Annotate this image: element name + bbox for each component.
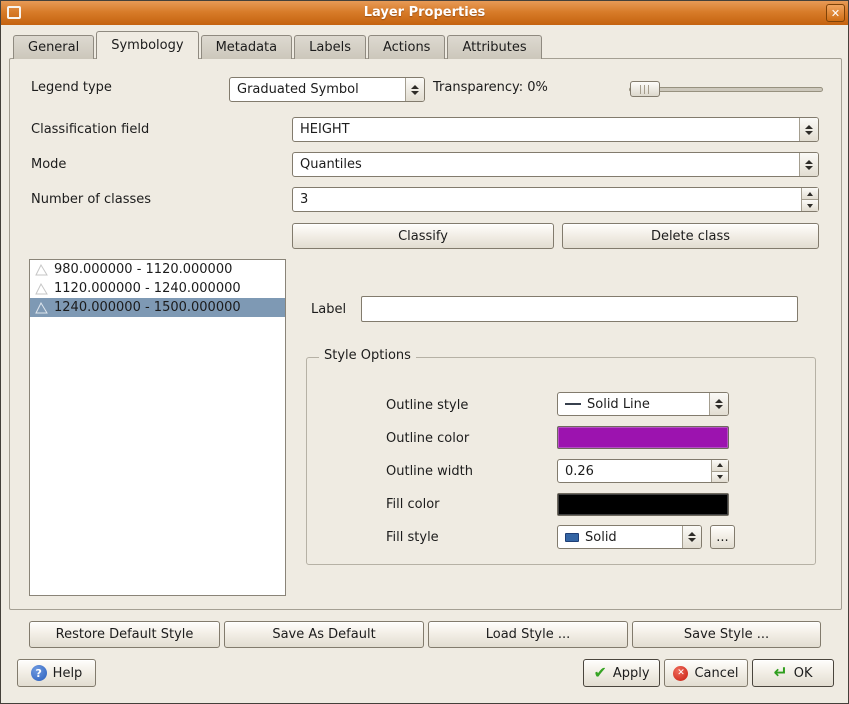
ok-enter-icon: ↵ <box>773 665 787 682</box>
tab-labels[interactable]: Labels <box>294 35 366 59</box>
fill-style-more-button[interactable]: ... <box>710 525 735 549</box>
outline-style-text: Solid Line <box>558 393 709 415</box>
classification-field-combo[interactable]: HEIGHT <box>292 117 819 142</box>
mode-label: Mode <box>31 157 66 172</box>
outline-width-spinner[interactable]: 0.26 <box>557 459 729 483</box>
save-as-default-button[interactable]: Save As Default <box>224 621 424 648</box>
ok-button[interactable]: ↵ OK <box>752 659 834 687</box>
restore-default-style-button[interactable]: Restore Default Style <box>29 621 220 648</box>
fill-style-text: Solid <box>558 526 682 548</box>
delete-class-button[interactable]: Delete class <box>562 223 819 249</box>
titlebar[interactable]: Layer Properties ✕ <box>1 1 848 25</box>
combo-arrows-icon <box>682 526 701 548</box>
tab-general[interactable]: General <box>13 35 94 59</box>
number-of-classes-value: 3 <box>293 188 801 211</box>
class-list-item[interactable]: 980.000000 - 1120.000000 <box>30 260 285 279</box>
transparency-label: Transparency: 0% <box>433 80 548 95</box>
outline-style-label: Outline style <box>386 398 468 413</box>
fill-style-value: Solid <box>585 530 617 545</box>
cancel-x-icon: ✕ <box>673 666 688 681</box>
class-symbol-icon <box>34 282 49 296</box>
outline-color-label: Outline color <box>386 431 469 446</box>
help-button[interactable]: ? Help <box>17 659 96 687</box>
combo-arrows-icon <box>799 153 818 176</box>
spinner-buttons <box>711 460 728 482</box>
class-list-item[interactable]: 1240.000000 - 1500.000000 <box>30 298 285 317</box>
tab-bar: General Symbology Metadata Labels Action… <box>13 31 544 59</box>
classification-field-label: Classification field <box>31 122 149 137</box>
combo-arrows-icon <box>799 118 818 141</box>
class-range-label: 1240.000000 - 1500.000000 <box>54 300 241 315</box>
combo-arrows-icon <box>709 393 728 415</box>
load-style-button[interactable]: Load Style ... <box>428 621 628 648</box>
class-range-label: 980.000000 - 1120.000000 <box>54 262 232 277</box>
transparency-slider-handle[interactable] <box>630 81 660 97</box>
classify-button[interactable]: Classify <box>292 223 554 249</box>
cancel-button-label: Cancel <box>694 666 738 681</box>
fill-style-combo[interactable]: Solid <box>557 525 702 549</box>
ok-button-label: OK <box>794 666 813 681</box>
number-of-classes-spinner[interactable]: 3 <box>292 187 819 212</box>
mode-combo[interactable]: Quantiles <box>292 152 819 177</box>
legend-type-value: Graduated Symbol <box>230 78 405 101</box>
number-of-classes-label: Number of classes <box>31 192 151 207</box>
label-input[interactable] <box>361 296 798 322</box>
tab-symbology[interactable]: Symbology <box>96 31 198 59</box>
spin-down-button[interactable] <box>802 199 818 211</box>
legend-type-label: Legend type <box>31 80 112 95</box>
mode-value: Quantiles <box>293 153 799 176</box>
solid-line-icon <box>565 403 581 405</box>
close-icon: ✕ <box>831 7 840 20</box>
apply-check-icon: ✔ <box>593 665 606 681</box>
spin-down-button[interactable] <box>712 471 728 483</box>
style-options-title: Style Options <box>319 348 416 363</box>
label-field-label: Label <box>311 302 346 317</box>
spin-up-button[interactable] <box>712 460 728 471</box>
class-list-item[interactable]: 1120.000000 - 1240.000000 <box>30 279 285 298</box>
outline-width-label: Outline width <box>386 464 473 479</box>
class-range-label: 1120.000000 - 1240.000000 <box>54 281 241 296</box>
help-button-label: Help <box>53 666 83 681</box>
fill-style-label: Fill style <box>386 530 439 545</box>
class-list[interactable]: 980.000000 - 1120.000000 1120.000000 - 1… <box>29 259 286 596</box>
outline-style-combo[interactable]: Solid Line <box>557 392 729 416</box>
apply-button-label: Apply <box>613 666 650 681</box>
outline-color-button[interactable] <box>557 426 729 449</box>
tab-attributes[interactable]: Attributes <box>447 35 541 59</box>
spin-up-button[interactable] <box>802 188 818 199</box>
cancel-button[interactable]: ✕ Cancel <box>664 659 748 687</box>
outline-style-value: Solid Line <box>587 397 650 412</box>
window-title: Layer Properties <box>1 5 848 20</box>
legend-type-combo[interactable]: Graduated Symbol <box>229 77 425 102</box>
close-button[interactable]: ✕ <box>826 4 845 22</box>
classification-field-value: HEIGHT <box>293 118 799 141</box>
spinner-buttons <box>801 188 818 211</box>
layer-properties-dialog: Layer Properties ✕ General Symbology Met… <box>0 0 849 704</box>
fill-color-label: Fill color <box>386 497 440 512</box>
tab-actions[interactable]: Actions <box>368 35 446 59</box>
outline-width-value: 0.26 <box>558 460 711 482</box>
combo-arrows-icon <box>405 78 424 101</box>
save-style-button[interactable]: Save Style ... <box>632 621 821 648</box>
fill-color-button[interactable] <box>557 493 729 516</box>
apply-button[interactable]: ✔ Apply <box>583 659 660 687</box>
class-symbol-icon <box>34 301 49 315</box>
class-symbol-icon <box>34 263 49 277</box>
style-options-group: Style Options Outline style Solid Line O… <box>306 357 816 565</box>
help-icon: ? <box>31 665 47 681</box>
slider-grip-icon <box>640 85 651 94</box>
tab-metadata[interactable]: Metadata <box>201 35 293 59</box>
solid-fill-icon <box>565 533 579 542</box>
